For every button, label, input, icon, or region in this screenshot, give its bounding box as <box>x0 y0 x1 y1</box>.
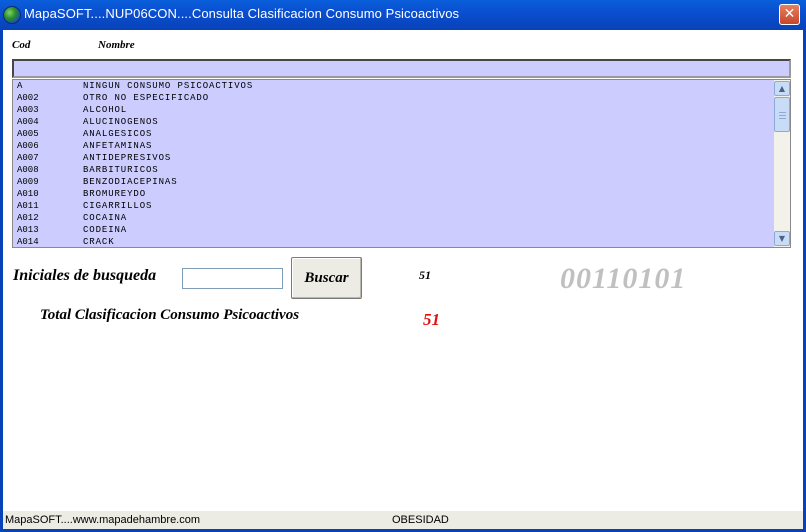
list-item[interactable]: A009 BENZODIACEPINAS <box>13 176 790 188</box>
list-item-name: NINGUN CONSUMO PSICOACTIVOS <box>83 81 254 91</box>
list-item[interactable]: A002 OTRO NO ESPECIFICADO <box>13 92 790 104</box>
list-item-code: A <box>17 81 23 91</box>
list-item-name: CODEINA <box>83 225 128 235</box>
list-item[interactable]: A007 ANTIDEPRESIVOS <box>13 152 790 164</box>
results-list[interactable]: A NINGUN CONSUMO PSICOACTIVOS A002 OTRO NO … <box>12 79 791 248</box>
list-item[interactable]: A NINGUN CONSUMO PSICOACTIVOS <box>13 80 790 92</box>
list-item-name: ANFETAMINAS <box>83 141 153 151</box>
column-header-nombre: Nombre <box>98 39 135 51</box>
scroll-thumb[interactable] <box>774 97 790 132</box>
list-item[interactable]: A010 BROMUREYDO <box>13 188 790 200</box>
list-item[interactable]: A003 ALCOHOL <box>13 104 790 116</box>
title-bar[interactable]: MapaSOFT....NUP06CON....Consulta Clasifi… <box>0 0 806 30</box>
list-item-code: A002 <box>17 93 39 103</box>
list-item-name: COCAINA <box>83 213 128 223</box>
list-item-name: ALCOHOL <box>83 105 128 115</box>
close-button[interactable]: ✕ <box>779 4 800 25</box>
list-item-name: ANTIDEPRESIVOS <box>83 153 172 163</box>
grip-line <box>779 118 786 119</box>
list-item-name: OTRO NO ESPECIFICADO <box>83 93 210 103</box>
status-section: OBESIDAD <box>392 514 449 526</box>
search-button[interactable]: Buscar <box>291 257 362 299</box>
list-item-code: A007 <box>17 153 39 163</box>
status-website: MapaSOFT....www.mapadehambre.com <box>5 514 201 526</box>
status-bar: MapaSOFT....www.mapadehambre.com OBESIDA… <box>3 510 803 529</box>
filter-field[interactable] <box>12 59 791 78</box>
list-item-code: A004 <box>17 117 39 127</box>
list-item[interactable]: A012 COCAINA <box>13 212 790 224</box>
close-icon: ✕ <box>783 6 796 22</box>
list-item[interactable]: A013 CODEINA <box>13 224 790 236</box>
grip-line <box>779 112 786 113</box>
list-item-code: A006 <box>17 141 39 151</box>
list-item[interactable]: A008 BARBITURICOS <box>13 164 790 176</box>
list-item-code: A003 <box>17 105 39 115</box>
arrow-down-icon: ▼ <box>778 234 786 243</box>
result-count: 51 <box>419 268 431 282</box>
list-item-name: CRACK <box>83 237 115 247</box>
list-item[interactable]: A004 ALUCINOGENOS <box>13 116 790 128</box>
list-item-name: BROMUREYDO <box>83 189 147 199</box>
list-item[interactable]: A005 ANALGESICOS <box>13 128 790 140</box>
list-item-code: A010 <box>17 189 39 199</box>
list-item[interactable]: A006 ANFETAMINAS <box>13 140 790 152</box>
scroll-down-button[interactable]: ▼ <box>774 231 790 246</box>
window-title: MapaSOFT....NUP06CON....Consulta Clasifi… <box>24 6 460 21</box>
code-display: 00110101 <box>560 262 687 295</box>
list-item[interactable]: A014 CRACK <box>13 236 790 247</box>
total-value: 51 <box>423 310 440 329</box>
search-label: Iniciales de busqueda <box>13 267 157 284</box>
list-item-code: A012 <box>17 213 39 223</box>
list-item-name: BENZODIACEPINAS <box>83 177 178 187</box>
list-item-code: A011 <box>17 201 39 211</box>
list-item-name: CIGARRILLOS <box>83 201 153 211</box>
list-item-code: A013 <box>17 225 39 235</box>
list-item-code: A014 <box>17 237 39 247</box>
list-item-name: ALUCINOGENOS <box>83 117 159 127</box>
total-label: Total Clasificacion Consumo Psicoactivos <box>40 307 300 323</box>
list-item-name: ANALGESICOS <box>83 129 153 139</box>
scroll-up-button[interactable]: ▲ <box>774 81 790 96</box>
list-item-code: A009 <box>17 177 39 187</box>
arrow-up-icon: ▲ <box>778 84 786 93</box>
list-item-code: A005 <box>17 129 39 139</box>
list-item-name: BARBITURICOS <box>83 165 159 175</box>
list-item[interactable]: A011 CIGARRILLOS <box>13 200 790 212</box>
list-scrollbar[interactable]: ▲ ▼ <box>774 80 790 247</box>
globe-icon <box>3 6 21 24</box>
column-header-cod: Cod <box>12 39 31 51</box>
list-item-code: A008 <box>17 165 39 175</box>
grip-line <box>779 115 786 116</box>
search-input[interactable] <box>182 268 283 289</box>
